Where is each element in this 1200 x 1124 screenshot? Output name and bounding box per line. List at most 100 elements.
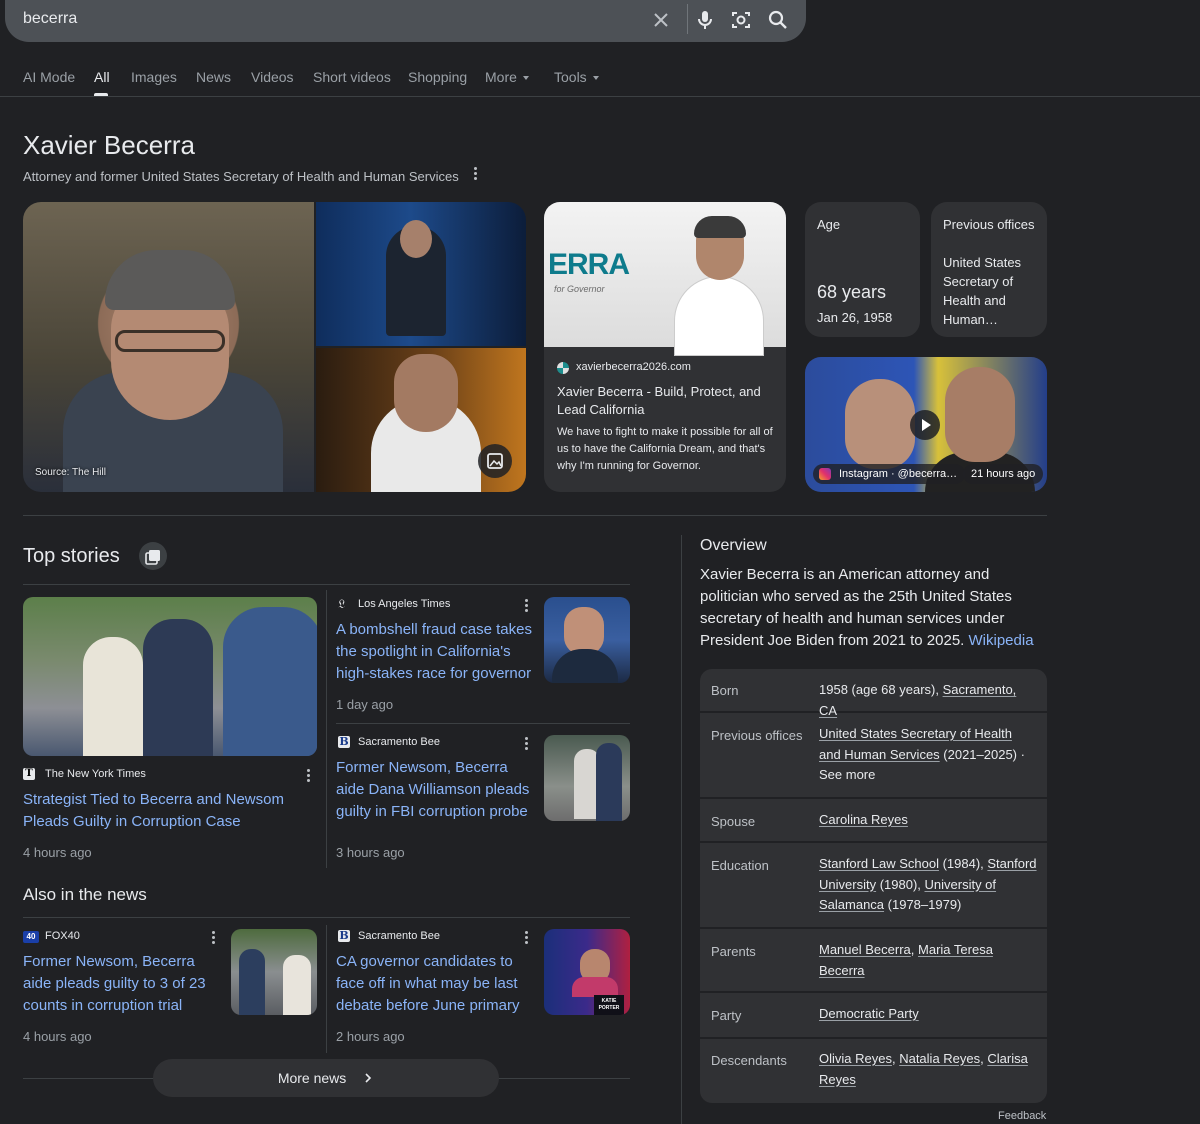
fact-link[interactable]: Natalia Reyes <box>899 1051 980 1066</box>
tab-tools[interactable]: Tools <box>554 69 599 85</box>
more-options-icon[interactable] <box>525 599 529 614</box>
more-options-icon[interactable] <box>525 931 529 946</box>
photo-figure <box>223 607 317 756</box>
more-options-icon[interactable] <box>212 931 216 946</box>
top-stories-title: Top stories <box>23 545 120 567</box>
site-title[interactable]: Xavier Becerra - Build, Protect, and Lea… <box>557 383 777 419</box>
birth-date: Jan 26, 1958 <box>817 310 893 325</box>
age-label: Age <box>817 217 841 232</box>
photo-figure <box>83 637 143 756</box>
entity-subtitle: Attorney and former United States Secret… <box>23 167 478 184</box>
story-image[interactable] <box>23 597 317 756</box>
search-input[interactable]: becerra <box>23 10 77 28</box>
fact-link[interactable]: Democratic Party <box>819 1006 919 1021</box>
section-divider <box>23 917 630 918</box>
more-options-icon[interactable] <box>307 769 311 784</box>
image-icon <box>487 453 503 469</box>
story-source: FOX40 <box>45 930 80 942</box>
fact-text: (1984), <box>938 856 988 871</box>
fact-value: Manuel Becerra, Maria Teresa Becerra <box>819 940 1037 981</box>
site-domain: xavierbecerra2026.com <box>576 361 691 373</box>
more-options-icon[interactable] <box>525 737 529 752</box>
fact-value: Carolina Reyes <box>819 810 1037 831</box>
story-time: 4 hours ago <box>23 1029 92 1044</box>
instagram-video-card[interactable]: Instagram · @becerra… 21 hours ago <box>805 357 1047 492</box>
photo-face <box>400 220 432 258</box>
story-source: Los Angeles Times <box>358 598 451 610</box>
more-news-button[interactable]: More news <box>153 1059 499 1097</box>
video-time: 21 hours ago <box>963 464 1044 484</box>
facts-panel: Born 1958 (age 68 years), Sacramento, CA… <box>700 669 1047 1103</box>
tab-videos[interactable]: Videos <box>251 69 294 85</box>
website-card[interactable]: ERRA for Governor xavierbecerra2026.com … <box>544 202 786 492</box>
fact-value: United States Secretary of Health and Hu… <box>819 724 1037 786</box>
age-value: 68 years <box>817 282 887 302</box>
also-in-news-title: Also in the news <box>23 885 147 904</box>
photo-hair <box>694 216 746 238</box>
website-image: ERRA for Governor <box>544 202 786 356</box>
entity-title: Xavier Becerra <box>23 130 195 160</box>
fact-link[interactable]: Manuel Becerra <box>819 942 911 957</box>
more-news-label: More news <box>277 1070 347 1086</box>
chevron-right-icon <box>365 1073 372 1083</box>
fact-row-born: Born 1958 (age 68 years), Sacramento, CA <box>700 669 1047 718</box>
previous-offices-value: United States Secretary of Health and Hu… <box>943 255 1022 327</box>
age-card[interactable]: Age 68 years Jan 26, 1958 <box>805 202 920 337</box>
image-gallery-button[interactable] <box>478 444 512 478</box>
wikipedia-link[interactable]: Wikipedia <box>969 632 1034 649</box>
story-thumbnail[interactable]: KATIE PORTER <box>544 929 630 1015</box>
fact-text: 1958 (age 68 years), <box>819 682 943 697</box>
story-thumbnail[interactable] <box>544 735 630 821</box>
story-headline[interactable]: Former Newsom, Becerra aide Dana William… <box>336 757 536 823</box>
tab-more[interactable]: More <box>485 69 529 85</box>
fact-link[interactable]: Stanford Law School <box>819 856 939 871</box>
column-divider <box>681 535 682 1124</box>
previous-offices-card[interactable]: Previous offices United States Secretary… <box>931 202 1047 337</box>
fact-link[interactable]: Olivia Reyes <box>819 1051 892 1066</box>
chevron-down-icon <box>522 76 529 80</box>
fact-text: (1980), <box>876 876 925 892</box>
fact-key: Spouse <box>711 814 756 829</box>
feedback-link[interactable]: Feedback <box>998 1110 1046 1122</box>
tab-images[interactable]: Images <box>131 69 177 85</box>
fact-key: Born <box>711 683 739 698</box>
lens-camera-icon[interactable] <box>729 8 753 32</box>
search-bar[interactable]: becerra <box>5 0 806 42</box>
photo-glasses <box>115 330 225 352</box>
tabs-divider <box>0 96 1200 97</box>
microphone-icon[interactable] <box>693 8 717 32</box>
overview-title: Overview <box>700 537 767 554</box>
photo-figure <box>552 649 618 683</box>
fact-link[interactable]: Carolina Reyes <box>819 812 908 827</box>
overview-text: Xavier Becerra is an American attorney a… <box>700 566 1012 649</box>
entity-photo-portrait[interactable] <box>316 348 526 492</box>
photo-face <box>394 354 458 432</box>
tab-ai-mode[interactable]: AI Mode <box>23 69 75 85</box>
story-headline[interactable]: Strategist Tied to Becerra and Newsom Pl… <box>23 789 313 833</box>
tab-all[interactable]: All <box>94 69 110 85</box>
story-headline[interactable]: Former Newsom, Becerra aide pleads guilt… <box>23 951 223 1017</box>
entity-photo-podcast[interactable] <box>316 202 526 346</box>
fact-key: Previous offices <box>711 728 803 743</box>
story-thumbnail[interactable] <box>544 597 630 683</box>
story-headline[interactable]: CA governor candidates to face off in wh… <box>336 951 536 1017</box>
entity-main-photo[interactable]: Source: The Hill <box>23 202 314 492</box>
website-image-brand: ERRA <box>548 248 630 281</box>
photo-face <box>564 607 604 655</box>
news-feed-button[interactable] <box>139 542 167 570</box>
story-headline[interactable]: A bombshell fraud case takes the spotlig… <box>336 619 536 685</box>
tab-shopping[interactable]: Shopping <box>408 69 467 85</box>
photo-figure <box>143 619 213 756</box>
fact-row-spouse: Spouse Carolina Reyes <box>700 799 1047 843</box>
search-icon[interactable] <box>766 8 790 32</box>
play-icon[interactable] <box>910 410 940 440</box>
section-divider <box>336 723 630 724</box>
more-options-icon[interactable] <box>474 167 478 182</box>
clear-icon[interactable] <box>649 8 673 32</box>
fact-key: Descendants <box>711 1053 787 1068</box>
tab-short-videos[interactable]: Short videos <box>313 69 391 85</box>
tab-news[interactable]: News <box>196 69 231 85</box>
video-figure <box>945 367 1015 462</box>
story-thumbnail[interactable] <box>231 929 317 1015</box>
photo-figure <box>674 276 764 356</box>
